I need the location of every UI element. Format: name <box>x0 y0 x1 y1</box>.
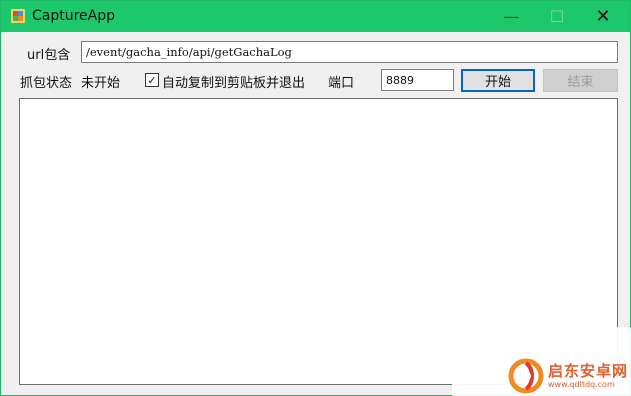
close-button[interactable]: ✕ <box>580 1 626 32</box>
url-filter-input[interactable]: /event/gacha_info/api/getGachaLog <box>81 41 618 63</box>
port-label: 端口 <box>328 76 355 91</box>
site-watermark: 启东安卓网 www.qdltdq.com <box>452 327 631 396</box>
watermark-logo-icon <box>508 358 544 394</box>
capture-state-value: 未开始 <box>81 76 121 91</box>
stop-button[interactable]: 结束 <box>543 69 618 92</box>
capture-state-label: 抓包状态 <box>20 76 73 91</box>
minimize-icon: — <box>503 7 519 26</box>
watermark-brand: 启东安卓网 <box>548 362 629 380</box>
minimize-button[interactable]: — <box>488 1 534 32</box>
maximize-button[interactable]: ☐ <box>534 1 580 32</box>
window-title: CaptureApp <box>32 8 116 24</box>
checkmark-icon: ✓ <box>147 73 157 87</box>
watermark-url: www.qdltdq.com <box>548 380 615 389</box>
title-bar[interactable]: CaptureApp — ☐ ✕ <box>1 1 630 32</box>
url-filter-label: url包含 <box>27 48 71 63</box>
app-icon <box>11 9 25 23</box>
start-button[interactable]: 开始 <box>461 69 535 92</box>
auto-copy-label[interactable]: 自动复制到剪贴板并退出 <box>162 72 305 91</box>
close-icon: ✕ <box>595 6 611 27</box>
port-input[interactable]: 8889 <box>381 69 454 91</box>
auto-copy-checkbox[interactable]: ✓ <box>145 73 159 87</box>
maximize-icon: ☐ <box>549 7 565 26</box>
